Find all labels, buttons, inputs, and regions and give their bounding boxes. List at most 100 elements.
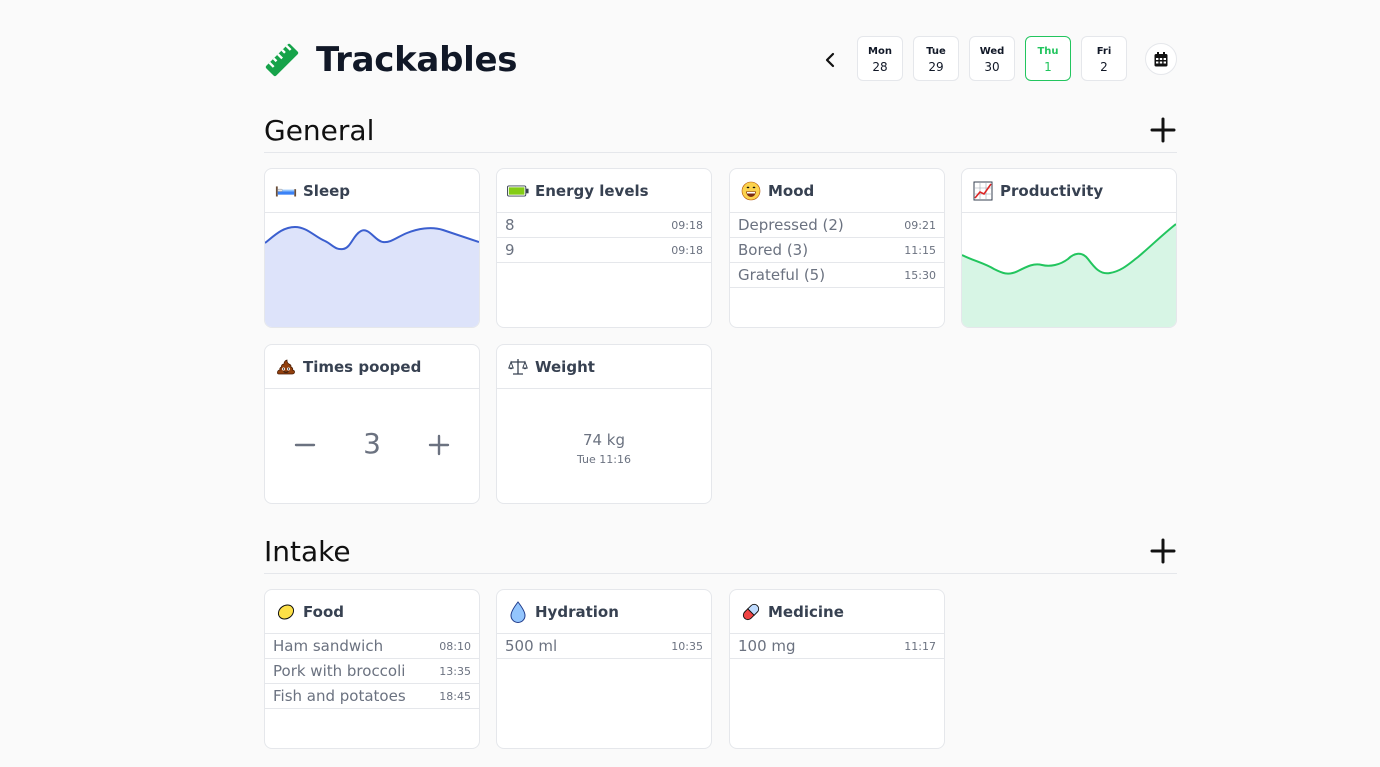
entry-time: 15:30 <box>904 268 936 282</box>
card-energy-levels[interactable]: Energy levels 8 09:18 9 09:18 <box>496 168 712 328</box>
card-header: Productivity <box>962 169 1176 213</box>
day-name: Tue <box>926 46 946 57</box>
day-number: 28 <box>872 60 888 74</box>
day-number: 30 <box>984 60 1000 74</box>
card-title: Weight <box>535 357 595 376</box>
day-name: Fri <box>1096 46 1112 57</box>
entry-value: 100 mg <box>738 637 796 655</box>
day-fri[interactable]: Fri 2 <box>1081 36 1127 81</box>
bed-icon <box>275 180 297 202</box>
card-sleep[interactable]: Sleep <box>264 168 480 328</box>
balance-scale-icon <box>507 356 529 378</box>
list-item[interactable]: Pork with broccoli 13:35 <box>265 659 479 684</box>
calendar-icon <box>1154 51 1168 66</box>
card-header: Food <box>265 590 479 634</box>
entry-time: 13:35 <box>439 664 471 678</box>
entry-value: Pork with broccoli <box>273 662 406 680</box>
plus-icon <box>1150 117 1176 143</box>
card-title: Hydration <box>535 602 619 621</box>
pill-icon <box>740 601 762 623</box>
card-header: Hydration <box>497 590 711 634</box>
entry-time: 08:10 <box>439 639 471 653</box>
card-mood[interactable]: Mood Depressed (2) 09:21 Bored (3) 11:15… <box>729 168 945 328</box>
list-item[interactable]: Bored (3) 11:15 <box>730 238 944 263</box>
entry-value: 9 <box>505 241 515 259</box>
list-item[interactable]: 9 09:18 <box>497 238 711 263</box>
entry-time: 09:18 <box>671 218 703 232</box>
card-header: Weight <box>497 345 711 389</box>
card-header: Energy levels <box>497 169 711 213</box>
chevron-left-icon <box>825 52 835 68</box>
sleep-chart <box>265 225 479 327</box>
list-item[interactable]: 100 mg 11:17 <box>730 634 944 659</box>
list-item[interactable]: Grateful (5) 15:30 <box>730 263 944 288</box>
card-title: Energy levels <box>535 181 649 200</box>
card-medicine[interactable]: Medicine 100 mg 11:17 <box>729 589 945 749</box>
day-tue[interactable]: Tue 29 <box>913 36 959 81</box>
section-general: General <box>264 114 1177 153</box>
grinning-face-icon <box>740 180 762 202</box>
card-title: Times pooped <box>303 357 422 376</box>
card-header: Medicine <box>730 590 944 634</box>
battery-icon <box>507 180 529 202</box>
card-title: Sleep <box>303 181 351 200</box>
entry-time: 11:17 <box>904 639 936 653</box>
chart-increasing-icon <box>972 180 994 202</box>
previous-week-button[interactable] <box>816 46 844 74</box>
day-name: Thu <box>1037 46 1059 57</box>
day-number: 1 <box>1044 60 1052 74</box>
calendar-button[interactable] <box>1145 43 1177 75</box>
card-weight[interactable]: Weight 74 kg Tue 11:16 <box>496 344 712 504</box>
entry-value: 500 ml <box>505 637 558 655</box>
card-title: Productivity <box>1000 181 1104 200</box>
plus-icon <box>1150 538 1176 564</box>
entry-value: Grateful (5) <box>738 266 826 284</box>
plus-icon <box>428 434 450 456</box>
section-title: Intake <box>264 535 351 568</box>
day-name: Wed <box>979 46 1005 57</box>
header: Trackables Mon 28 Tue 29 Wed 30 Thu 1 Fr… <box>264 36 1177 86</box>
card-title: Mood <box>768 181 815 200</box>
entry-time: 11:15 <box>904 243 936 257</box>
weight-timestamp: Tue 11:16 <box>577 453 631 466</box>
entry-value: Depressed (2) <box>738 216 844 234</box>
card-header: Mood <box>730 169 944 213</box>
day-number: 2 <box>1100 60 1108 74</box>
entry-time: 10:35 <box>671 639 703 653</box>
increment-button[interactable] <box>427 433 451 457</box>
list-item[interactable]: 500 ml 10:35 <box>497 634 711 659</box>
card-productivity[interactable]: Productivity <box>961 168 1177 328</box>
entry-time: 09:18 <box>671 243 703 257</box>
entry-value: Fish and potatoes <box>273 687 406 705</box>
day-name: Mon <box>868 46 892 57</box>
add-general-button[interactable] <box>1149 116 1177 144</box>
card-hydration[interactable]: Hydration 500 ml 10:35 <box>496 589 712 749</box>
productivity-chart <box>962 223 1176 327</box>
card-food[interactable]: Food Ham sandwich 08:10 Pork with brocco… <box>264 589 480 749</box>
card-title: Medicine <box>768 602 844 621</box>
entry-time: 18:45 <box>439 689 471 703</box>
weight-value: 74 kg <box>582 431 626 449</box>
list-item[interactable]: 8 09:18 <box>497 213 711 238</box>
entry-value: 8 <box>505 216 515 234</box>
entry-value: Bored (3) <box>738 241 809 259</box>
droplet-icon <box>507 600 529 623</box>
card-header: Times pooped <box>265 345 479 389</box>
day-mon[interactable]: Mon 28 <box>857 36 903 81</box>
card-header: Sleep <box>265 169 479 213</box>
day-thu[interactable]: Thu 1 <box>1025 36 1071 81</box>
entry-value: Ham sandwich <box>273 637 384 655</box>
add-intake-button[interactable] <box>1149 537 1177 565</box>
card-times-pooped[interactable]: Times pooped 3 <box>264 344 480 504</box>
counter: 3 <box>265 389 479 501</box>
list-item[interactable]: Ham sandwich 08:10 <box>265 634 479 659</box>
app-title: Trackables <box>316 40 518 80</box>
day-wed[interactable]: Wed 30 <box>969 36 1015 81</box>
card-title: Food <box>303 602 344 621</box>
list-item[interactable]: Depressed (2) 09:21 <box>730 213 944 238</box>
lemon-icon <box>275 601 297 623</box>
list-item[interactable]: Fish and potatoes 18:45 <box>265 684 479 709</box>
ruler-icon <box>264 42 300 78</box>
day-number: 29 <box>928 60 944 74</box>
pile-of-poo-icon <box>275 356 297 378</box>
